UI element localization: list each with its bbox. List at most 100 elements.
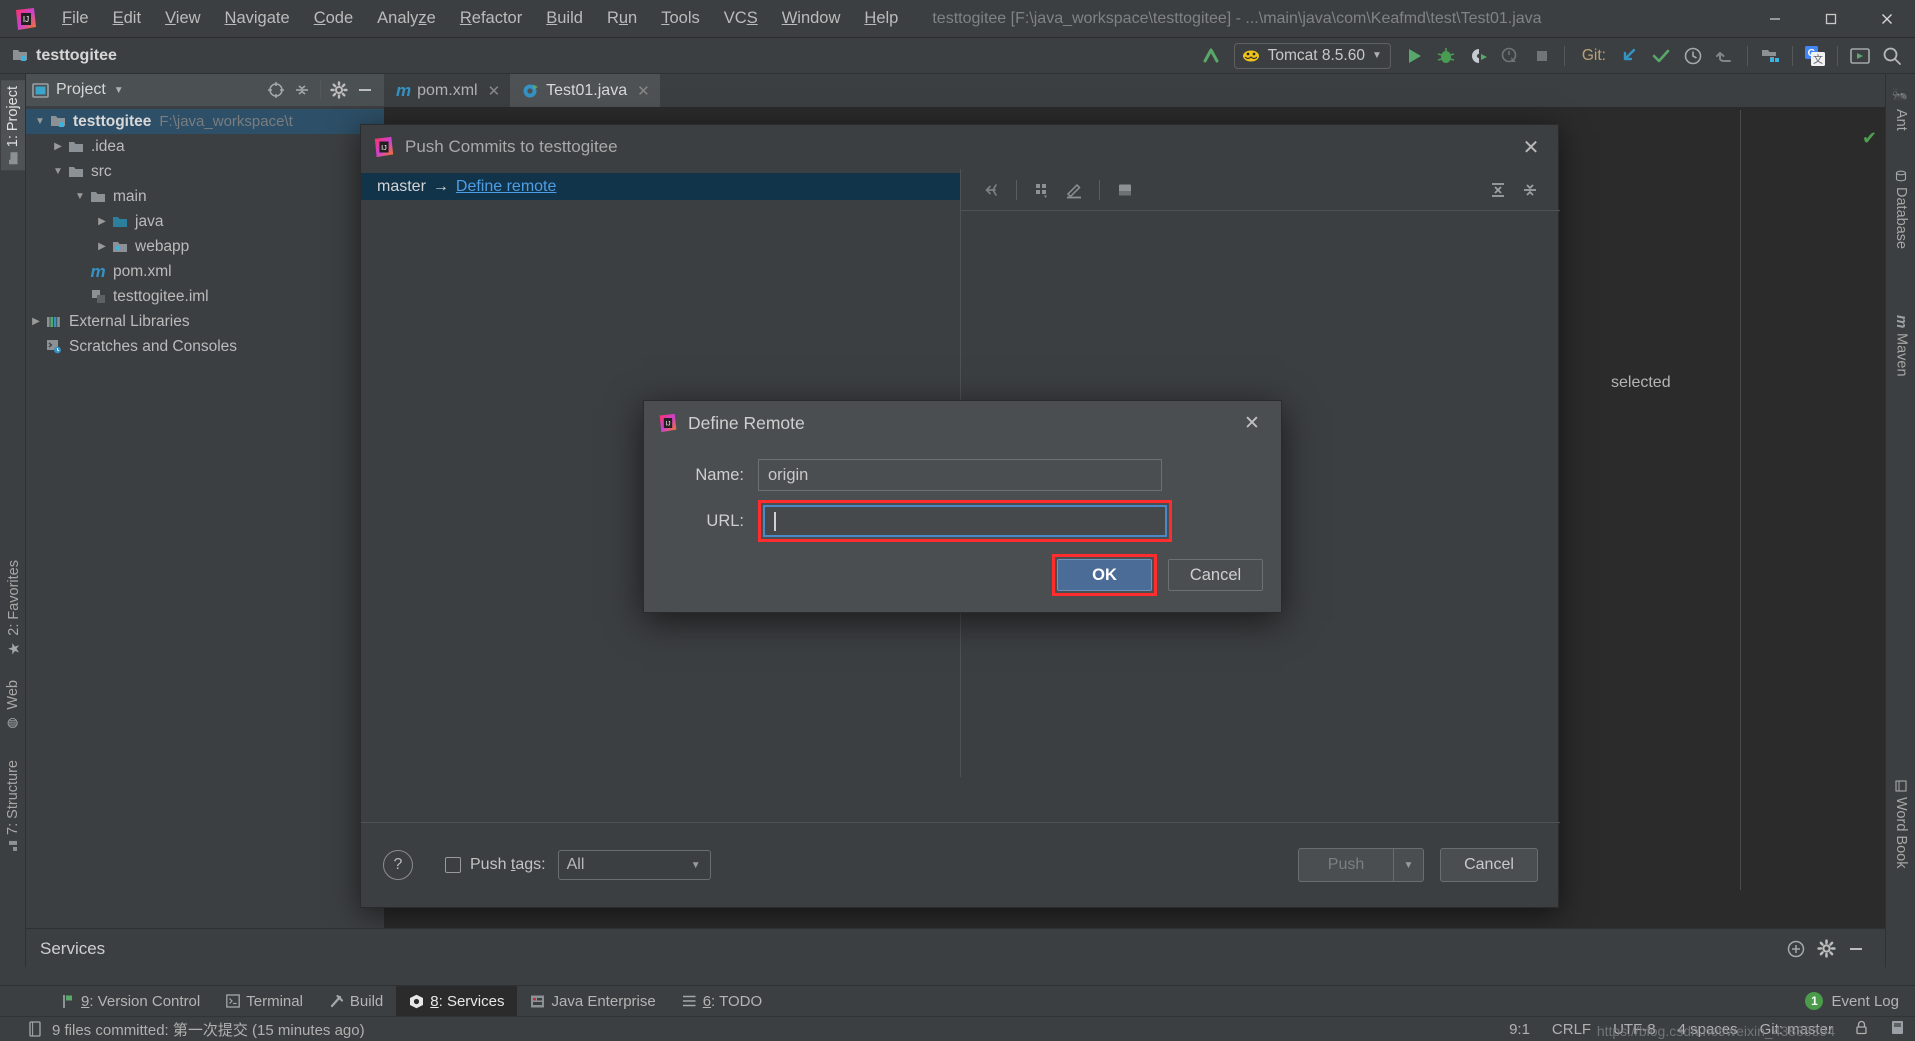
line-separator[interactable]: CRLF [1552, 1021, 1591, 1038]
collapse-all-icon[interactable] [289, 78, 315, 102]
ok-button[interactable]: OK [1057, 559, 1152, 591]
translate-icon[interactable]: G 文 [1800, 42, 1830, 70]
chevron-right-icon[interactable]: ▶ [28, 316, 44, 327]
tree-row-iml[interactable]: testtogitee.iml [26, 284, 384, 309]
chevron-right-icon[interactable]: ▶ [94, 216, 110, 227]
tool-tab-terminal[interactable]: Terminal [213, 986, 316, 1017]
menu-view[interactable]: View [153, 6, 212, 31]
tab-test01-java[interactable]: Test01.java ✕ [510, 74, 660, 107]
profiler-button[interactable] [1495, 42, 1525, 70]
settings-gear-icon[interactable] [1811, 935, 1841, 963]
push-tags-checkbox[interactable] [445, 857, 461, 873]
sidebar-item-word-book[interactable]: Word Book [1889, 774, 1913, 874]
chevron-right-icon[interactable]: ▶ [94, 241, 110, 252]
menu-window[interactable]: Window [770, 6, 853, 31]
menu-code[interactable]: Code [302, 6, 365, 31]
tool-tab-build[interactable]: Build [316, 986, 396, 1017]
menu-build[interactable]: Build [534, 6, 595, 31]
close-icon[interactable]: ✕ [488, 82, 501, 100]
menu-tools[interactable]: Tools [649, 6, 712, 31]
push-button[interactable]: Push [1298, 848, 1394, 882]
git-update-icon[interactable] [1614, 42, 1644, 70]
menu-file[interactable]: File [50, 6, 101, 31]
tree-row-idea[interactable]: ▶ .idea [26, 134, 384, 159]
menu-navigate[interactable]: Navigate [213, 6, 302, 31]
tree-row-scratches[interactable]: Scratches and Consoles [26, 334, 384, 359]
git-history-icon[interactable] [1678, 42, 1708, 70]
tree-row-src[interactable]: ▼ src [26, 159, 384, 184]
push-options-dropdown[interactable]: ▼ [1394, 848, 1424, 882]
chevron-down-icon[interactable]: ▼ [114, 85, 124, 96]
sidebar-item-structure[interactable]: 7: Structure [1, 754, 25, 858]
expand-all-icon[interactable] [1484, 177, 1512, 203]
close-button[interactable] [1859, 0, 1915, 38]
tree-row-webapp[interactable]: ▶ webapp [26, 234, 384, 259]
preview-icon[interactable] [1111, 177, 1139, 203]
sidebar-item-database[interactable]: Database [1889, 164, 1913, 255]
tree-row-main[interactable]: ▼ main [26, 184, 384, 209]
menu-run[interactable]: Run [595, 6, 649, 31]
close-icon[interactable]: ✕ [1237, 408, 1267, 438]
add-service-icon[interactable] [1781, 935, 1811, 963]
run-button[interactable] [1399, 42, 1429, 70]
remote-url-input[interactable] [763, 505, 1167, 537]
scroll-from-source-icon[interactable] [263, 78, 289, 102]
hide-panel-icon[interactable] [1841, 935, 1871, 963]
stop-button[interactable] [1527, 42, 1557, 70]
tree-row-pom-xml[interactable]: m pom.xml [26, 259, 384, 284]
sidebar-item-project[interactable]: 1: Project [1, 80, 25, 171]
collapse-all-icon[interactable] [1516, 177, 1544, 203]
push-branch-row[interactable]: master → Define remote [361, 173, 960, 200]
tree-row-testtogitee[interactable]: ▼ testtogitee F:\java_workspace\t [26, 109, 384, 134]
tool-tab-java-enterprise[interactable]: Java Enterprise [517, 986, 668, 1017]
close-icon[interactable]: ✕ [1516, 132, 1546, 162]
memory-indicator[interactable] [1890, 1020, 1905, 1039]
menu-analyze[interactable]: Analyze [365, 6, 448, 31]
search-everywhere-icon[interactable] [1877, 42, 1907, 70]
git-commit-icon[interactable] [1646, 42, 1676, 70]
sidebar-item-maven[interactable]: m Maven [1889, 309, 1914, 383]
project-chip[interactable]: testtogitee [12, 47, 117, 65]
chevron-down-icon[interactable]: ▼ [72, 191, 88, 202]
lock-icon[interactable] [1855, 1020, 1868, 1039]
highlight-icon[interactable] [1060, 177, 1088, 203]
run-with-coverage-button[interactable] [1463, 42, 1493, 70]
define-remote-link[interactable]: Define remote [456, 178, 557, 196]
git-revert-icon[interactable] [1710, 42, 1740, 70]
menu-edit[interactable]: Edit [101, 6, 153, 31]
sidebar-item-favorites[interactable]: ★ 2: Favorites [1, 554, 27, 665]
minimize-button[interactable] [1747, 0, 1803, 38]
hide-panel-icon[interactable] [352, 78, 378, 102]
sidebar-item-ant[interactable]: 🐜 Ant [1889, 82, 1913, 137]
menu-vcs[interactable]: VCS [712, 6, 770, 31]
settings-gear-icon[interactable] [326, 78, 352, 102]
caret-position[interactable]: 9:1 [1509, 1021, 1530, 1038]
push-tags-select[interactable]: All ▼ [557, 850, 711, 880]
chevron-down-icon[interactable]: ▼ [32, 116, 48, 127]
project-structure-icon[interactable] [1755, 42, 1785, 70]
menu-refactor[interactable]: Refactor [448, 6, 534, 31]
tree-row-java[interactable]: ▶ java [26, 209, 384, 234]
build-project-icon[interactable] [1196, 42, 1226, 70]
debug-button[interactable] [1431, 42, 1461, 70]
tree-row-external-libraries[interactable]: ▶ External Libraries [26, 309, 384, 334]
cancel-button[interactable]: Cancel [1168, 559, 1263, 591]
tool-tab-todo[interactable]: 6: TODO [669, 986, 775, 1017]
chevron-right-icon[interactable]: ▶ [50, 141, 66, 152]
tab-pom-xml[interactable]: m pom.xml ✕ [384, 74, 510, 107]
tool-tab-services[interactable]: 8: Services [396, 985, 518, 1017]
run-configuration-selector[interactable]: Tomcat 8.5.60 ▼ [1233, 42, 1391, 69]
close-icon[interactable]: ✕ [637, 82, 650, 100]
jump-to-source-icon[interactable] [977, 177, 1005, 203]
maximize-button[interactable] [1803, 0, 1859, 38]
group-by-icon[interactable] [1028, 177, 1056, 203]
remote-name-input[interactable]: origin [758, 459, 1162, 491]
push-cancel-button[interactable]: Cancel [1440, 848, 1538, 882]
menu-help[interactable]: Help [852, 6, 910, 31]
open-in-browser-icon[interactable] [1845, 42, 1875, 70]
help-button[interactable]: ? [383, 850, 413, 880]
event-log-button[interactable]: 1 Event Log [1805, 992, 1899, 1010]
tool-tab-version-control[interactable]: 9: Version Control [48, 986, 213, 1017]
sidebar-item-web[interactable]: ◍ Web [1, 674, 25, 736]
chevron-down-icon[interactable]: ▼ [50, 166, 66, 177]
